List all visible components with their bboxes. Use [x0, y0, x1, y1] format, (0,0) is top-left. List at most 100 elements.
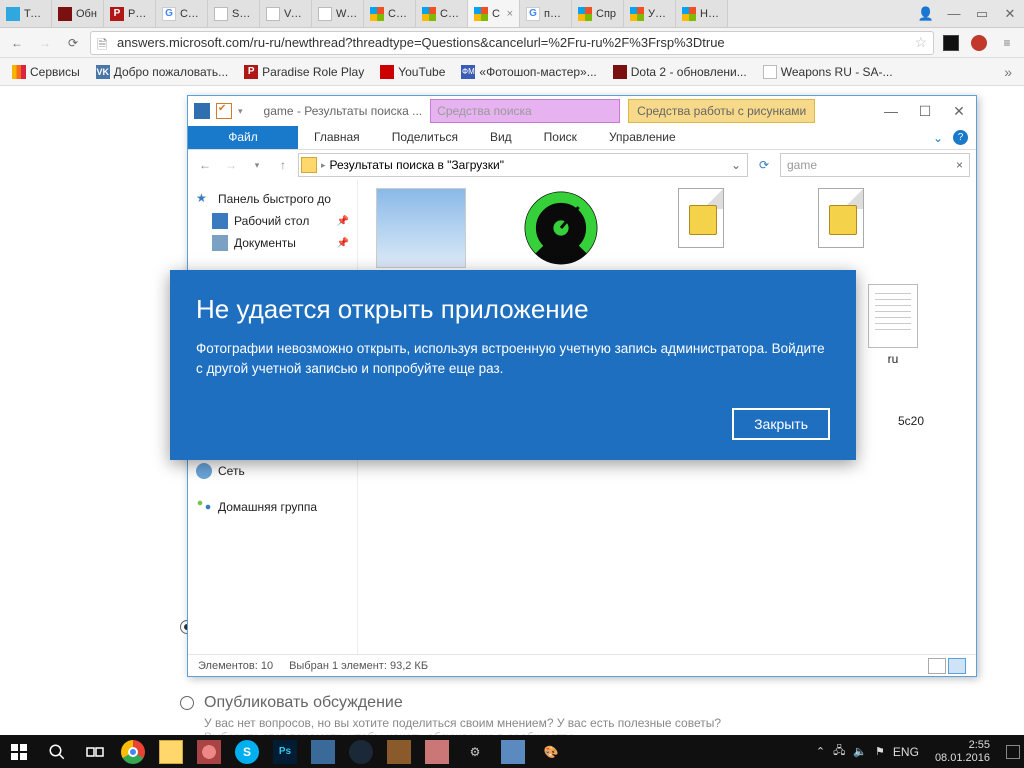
browser-tab[interactable]: Wea: [312, 0, 364, 27]
extension-icon-2[interactable]: [968, 32, 990, 54]
sidebar-homegroup[interactable]: Домашняя группа: [188, 496, 357, 518]
search-clear-icon[interactable]: ×: [956, 158, 963, 172]
taskbar-photoshop-icon[interactable]: Ps: [266, 735, 304, 768]
browser-tab[interactable]: PPara: [104, 0, 156, 27]
qat-properties-icon[interactable]: [216, 103, 232, 119]
file-item[interactable]: [506, 188, 616, 268]
nav-forward-icon[interactable]: →: [220, 154, 242, 176]
context-tab-search[interactable]: Средства поиска: [430, 99, 620, 123]
back-button[interactable]: ←: [6, 32, 28, 54]
browser-tab[interactable]: Skin:: [208, 0, 260, 27]
sidebar-documents[interactable]: Документы 📌: [188, 232, 357, 254]
forward-button[interactable]: →: [34, 32, 56, 54]
ribbon-tab-search[interactable]: Поиск: [528, 126, 593, 149]
sidebar-desktop[interactable]: Рабочий стол 📌: [188, 210, 357, 232]
reload-button[interactable]: ⟳: [62, 32, 84, 54]
bookmark-item[interactable]: ФМ«Фотошоп-мастер»...: [455, 63, 602, 81]
explorer-titlebar[interactable]: ▾ game - Результаты поиска ... Средства …: [188, 96, 976, 126]
taskbar-chrome-icon[interactable]: [114, 735, 152, 768]
nav-back-icon[interactable]: ←: [194, 154, 216, 176]
taskbar-explorer-icon[interactable]: [152, 735, 190, 768]
browser-tab[interactable]: Обн: [52, 0, 104, 27]
tray-notifications-icon[interactable]: [1006, 745, 1020, 759]
bookmark-star-icon[interactable]: ☆: [914, 34, 927, 51]
maximize-icon[interactable]: ▭: [968, 0, 996, 27]
user-icon[interactable]: 👤: [912, 0, 940, 27]
taskbar-skype-icon[interactable]: S: [228, 735, 266, 768]
taskbar-app4-icon[interactable]: [418, 735, 456, 768]
path-chevron-icon[interactable]: ▸: [321, 160, 326, 171]
browser-tab[interactable]: Связ: [416, 0, 468, 27]
ribbon-tab-file[interactable]: Файл: [188, 126, 298, 149]
browser-tab[interactable]: GСАМ: [156, 0, 208, 27]
bookmark-item[interactable]: Сервисы: [6, 63, 86, 81]
refresh-icon[interactable]: ⟳: [752, 153, 776, 177]
bookmark-item[interactable]: PParadise Role Play: [238, 63, 370, 81]
taskbar-app5-icon[interactable]: [494, 735, 532, 768]
file-item[interactable]: [646, 188, 756, 268]
start-button[interactable]: [0, 735, 38, 768]
radio-option-publish[interactable]: Опубликовать обсуждение: [180, 694, 944, 712]
sidebar-quick-access[interactable]: ★ Панель быстрого до: [188, 188, 357, 210]
site-info-icon[interactable]: 🗎: [97, 36, 111, 50]
view-thumbnails-icon[interactable]: [948, 658, 966, 674]
file-item[interactable]: 5c20: [856, 414, 966, 428]
explorer-maximize-icon[interactable]: ☐: [908, 96, 942, 126]
tray-network-icon[interactable]: 🖧: [833, 742, 845, 761]
path-box[interactable]: ▸ Результаты поиска в "Загрузки" ⌄: [298, 153, 748, 177]
taskbar-paint-icon[interactable]: 🎨: [532, 735, 570, 768]
tray-language[interactable]: ENG: [893, 745, 919, 759]
explorer-close-icon[interactable]: ✕: [942, 96, 976, 126]
tab-close-icon[interactable]: ×: [507, 8, 513, 20]
browser-tab[interactable]: Vehi: [260, 0, 312, 27]
task-view-icon[interactable]: [76, 735, 114, 768]
browser-tab[interactable]: Связ: [364, 0, 416, 27]
tray-overflow-icon[interactable]: ⌃: [816, 745, 825, 758]
file-item[interactable]: [786, 188, 896, 268]
browser-tab[interactable]: Учет: [624, 0, 676, 27]
sidebar-network[interactable]: Сеть: [188, 460, 357, 482]
pin-icon[interactable]: 📌: [337, 216, 349, 227]
bookmark-item[interactable]: YouTube: [374, 63, 451, 81]
bookmark-item[interactable]: Weapons RU - SA-...: [757, 63, 899, 81]
taskbar-app-icon[interactable]: [190, 735, 228, 768]
close-button[interactable]: Закрыть: [732, 408, 830, 440]
ribbon-tab-home[interactable]: Главная: [298, 126, 376, 149]
ribbon-tab-share[interactable]: Поделиться: [376, 126, 474, 149]
browser-tab[interactable]: Спр: [572, 0, 624, 27]
minimize-icon[interactable]: —: [940, 0, 968, 27]
nav-up-icon[interactable]: ↑: [272, 154, 294, 176]
browser-tab[interactable]: Теле: [0, 0, 52, 27]
explorer-minimize-icon[interactable]: —: [874, 96, 908, 126]
view-details-icon[interactable]: [928, 658, 946, 674]
close-icon[interactable]: ✕: [996, 0, 1024, 27]
extension-icon-1[interactable]: [940, 32, 962, 54]
tray-clock[interactable]: 2:55 08.01.2016: [927, 739, 998, 763]
browser-tab[interactable]: С×: [468, 0, 520, 27]
ribbon-tab-manage[interactable]: Управление: [593, 126, 692, 149]
pin-icon[interactable]: 📌: [337, 238, 349, 249]
ribbon-expand-icon[interactable]: ⌄: [933, 131, 943, 145]
path-dropdown-icon[interactable]: ⌄: [727, 158, 745, 172]
qat-dropdown-icon[interactable]: ▾: [238, 106, 243, 117]
chrome-menu-icon[interactable]: ≡: [996, 32, 1018, 54]
tray-volume-icon[interactable]: 🔈: [853, 745, 867, 758]
address-bar[interactable]: 🗎 answers.microsoft.com/ru-ru/newthread?…: [90, 31, 934, 55]
nav-recent-icon[interactable]: ▾: [246, 154, 268, 176]
file-item[interactable]: [366, 188, 476, 268]
ribbon-tab-view[interactable]: Вид: [474, 126, 528, 149]
taskbar-app2-icon[interactable]: [304, 735, 342, 768]
search-icon[interactable]: [38, 735, 76, 768]
taskbar-steam-icon[interactable]: [342, 735, 380, 768]
browser-tab[interactable]: Gпыта: [520, 0, 572, 27]
ribbon-help-icon[interactable]: ?: [953, 130, 968, 145]
taskbar-settings-icon[interactable]: ⚙: [456, 735, 494, 768]
tray-flag-icon[interactable]: ⚑: [875, 745, 885, 758]
search-box[interactable]: game ×: [780, 153, 970, 177]
bookmark-item[interactable]: Dota 2 - обновлени...: [607, 63, 753, 81]
bookmark-item[interactable]: VKДобро пожаловать...: [90, 63, 234, 81]
taskbar-app3-icon[interactable]: [380, 735, 418, 768]
browser-tab[interactable]: Наст: [676, 0, 728, 27]
context-tab-picture[interactable]: Средства работы с рисунками: [628, 99, 815, 123]
bookmarks-overflow-icon[interactable]: »: [998, 64, 1018, 80]
